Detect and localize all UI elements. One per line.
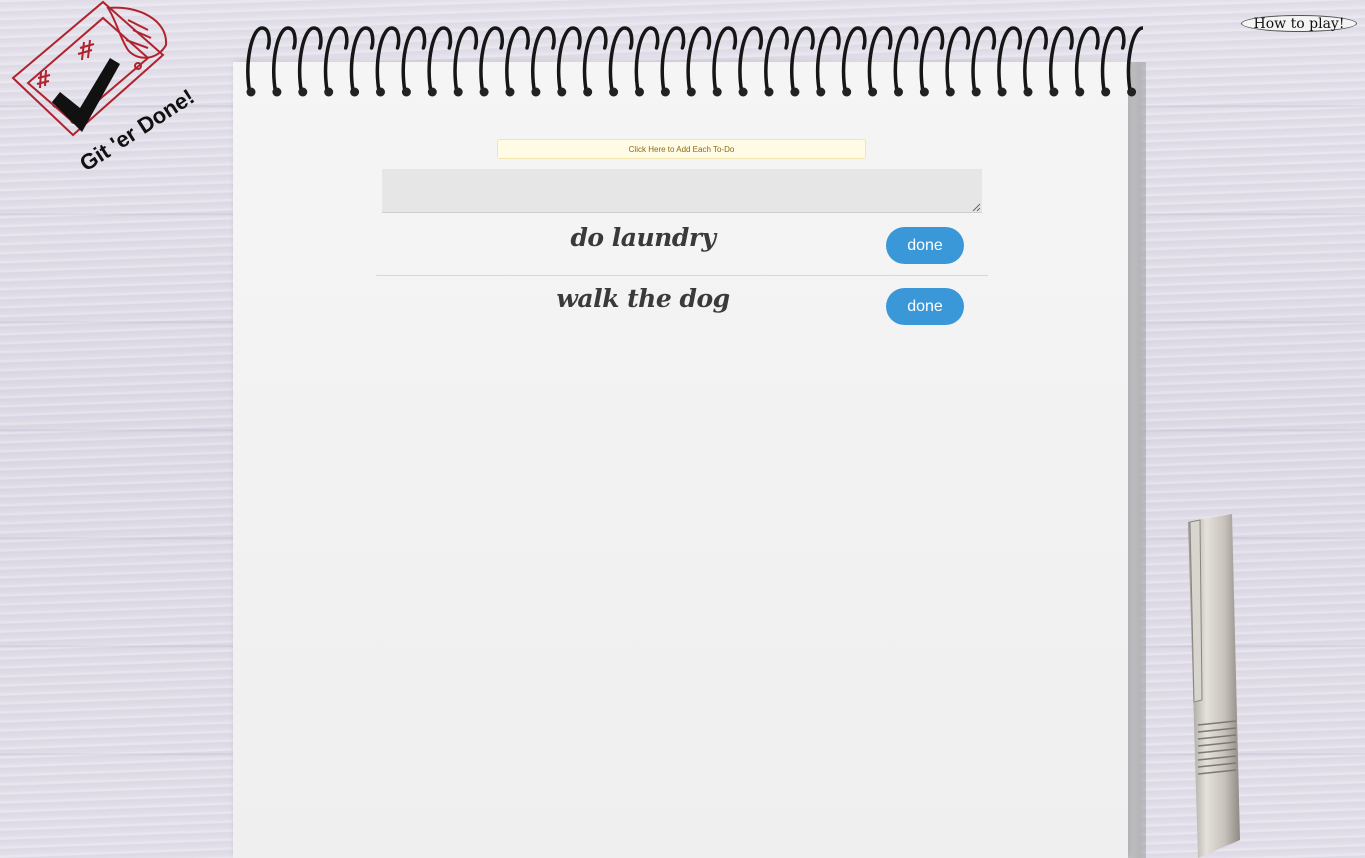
spiral-hole: [842, 87, 852, 97]
spiral-coil: [246, 26, 271, 96]
spiral-hole: [894, 87, 903, 97]
spiral-coil: [401, 26, 427, 96]
spiral-hole: [246, 87, 256, 97]
spiral-hole: [1023, 87, 1033, 97]
spiral-hole: [686, 87, 696, 97]
spiral-hole: [324, 87, 334, 97]
spiral-hole: [816, 87, 826, 97]
spiral-hole: [971, 87, 981, 97]
spiral-hole: [531, 87, 541, 97]
add-todo-button[interactable]: Click Here to Add Each To-Do: [497, 139, 866, 159]
todo-text: do laundry: [570, 223, 716, 252]
spiral-hole: [738, 87, 748, 97]
spiral-coil: [349, 26, 375, 96]
spiral-coil: [375, 26, 401, 96]
todo-text: walk the dog: [556, 284, 730, 313]
spiral-hole: [764, 87, 774, 97]
spiral-coil: [660, 26, 686, 96]
spiral-coil: [867, 26, 893, 96]
spiral-coil: [1074, 26, 1100, 96]
spiral-hole: [790, 87, 800, 97]
spiral-binding: [246, 26, 1143, 97]
spiral-coil: [531, 26, 556, 96]
resize-grip-icon[interactable]: [972, 203, 981, 212]
spiral-coil: [323, 26, 349, 96]
how-to-play-button[interactable]: How to play!: [1241, 15, 1357, 32]
spiral-hole: [583, 87, 593, 97]
spiral-hole: [609, 87, 619, 97]
spiral-coil: [582, 26, 608, 96]
spiral-hole: [997, 87, 1007, 97]
spiral-coil: [712, 26, 738, 96]
spiral-hole: [376, 87, 385, 97]
spiral-hole: [1127, 87, 1137, 97]
notebook-edge: [1128, 62, 1146, 858]
spiral-coil: [738, 26, 763, 96]
spiral-hole: [453, 87, 463, 97]
spiral-coil: [479, 26, 504, 96]
spiral-coil: [505, 26, 530, 96]
spiral-coil: [997, 26, 1022, 96]
spiral-coil: [453, 26, 479, 96]
spiral-coil: [1023, 26, 1048, 96]
spiral-hole: [401, 87, 411, 97]
spiral-hole: [1049, 87, 1059, 97]
spiral-coil: [815, 26, 841, 96]
done-button[interactable]: done: [886, 227, 964, 264]
done-button[interactable]: done: [886, 288, 964, 325]
spiral-coil: [893, 26, 919, 96]
spiral-coil: [686, 26, 712, 96]
todo-item: do laundry done: [376, 215, 988, 276]
spiral-hole: [868, 87, 878, 97]
spiral-hole: [1075, 87, 1085, 97]
spiral-hole: [350, 87, 360, 97]
spiral-coil: [1049, 26, 1074, 96]
spiral-hole: [479, 87, 489, 97]
spiral-coil: [790, 26, 815, 96]
spiral-coil: [945, 26, 971, 96]
spiral-hole: [945, 87, 955, 97]
pen-image: [1188, 514, 1240, 858]
git-er-done-logo: Git 'er Done!: [11, 0, 199, 176]
spiral-hole: [272, 87, 282, 97]
spiral-hole: [427, 87, 437, 97]
spiral-coil: [841, 26, 867, 96]
spiral-coil: [608, 26, 634, 96]
spiral-hole: [1101, 87, 1111, 97]
spiral-hole: [712, 87, 722, 97]
spiral-coil: [634, 26, 660, 96]
spiral-coil: [556, 26, 582, 96]
spiral-coil: [427, 26, 453, 96]
spiral-hole: [557, 87, 567, 97]
spiral-hole: [919, 87, 929, 97]
spiral-coil: [919, 26, 945, 96]
spiral-hole: [298, 87, 308, 97]
spiral-hole: [505, 87, 515, 97]
spiral-coil: [764, 26, 789, 96]
spiral-coil: [1100, 26, 1126, 96]
spiral-coil: [1126, 26, 1143, 96]
spiral-hole: [660, 87, 670, 97]
spiral-hole: [635, 87, 644, 97]
spiral-coil: [272, 26, 297, 96]
spiral-coil: [297, 26, 323, 96]
todo-input[interactable]: [382, 169, 982, 213]
spiral-coil: [971, 26, 997, 96]
todo-item: walk the dog done: [376, 276, 988, 336]
